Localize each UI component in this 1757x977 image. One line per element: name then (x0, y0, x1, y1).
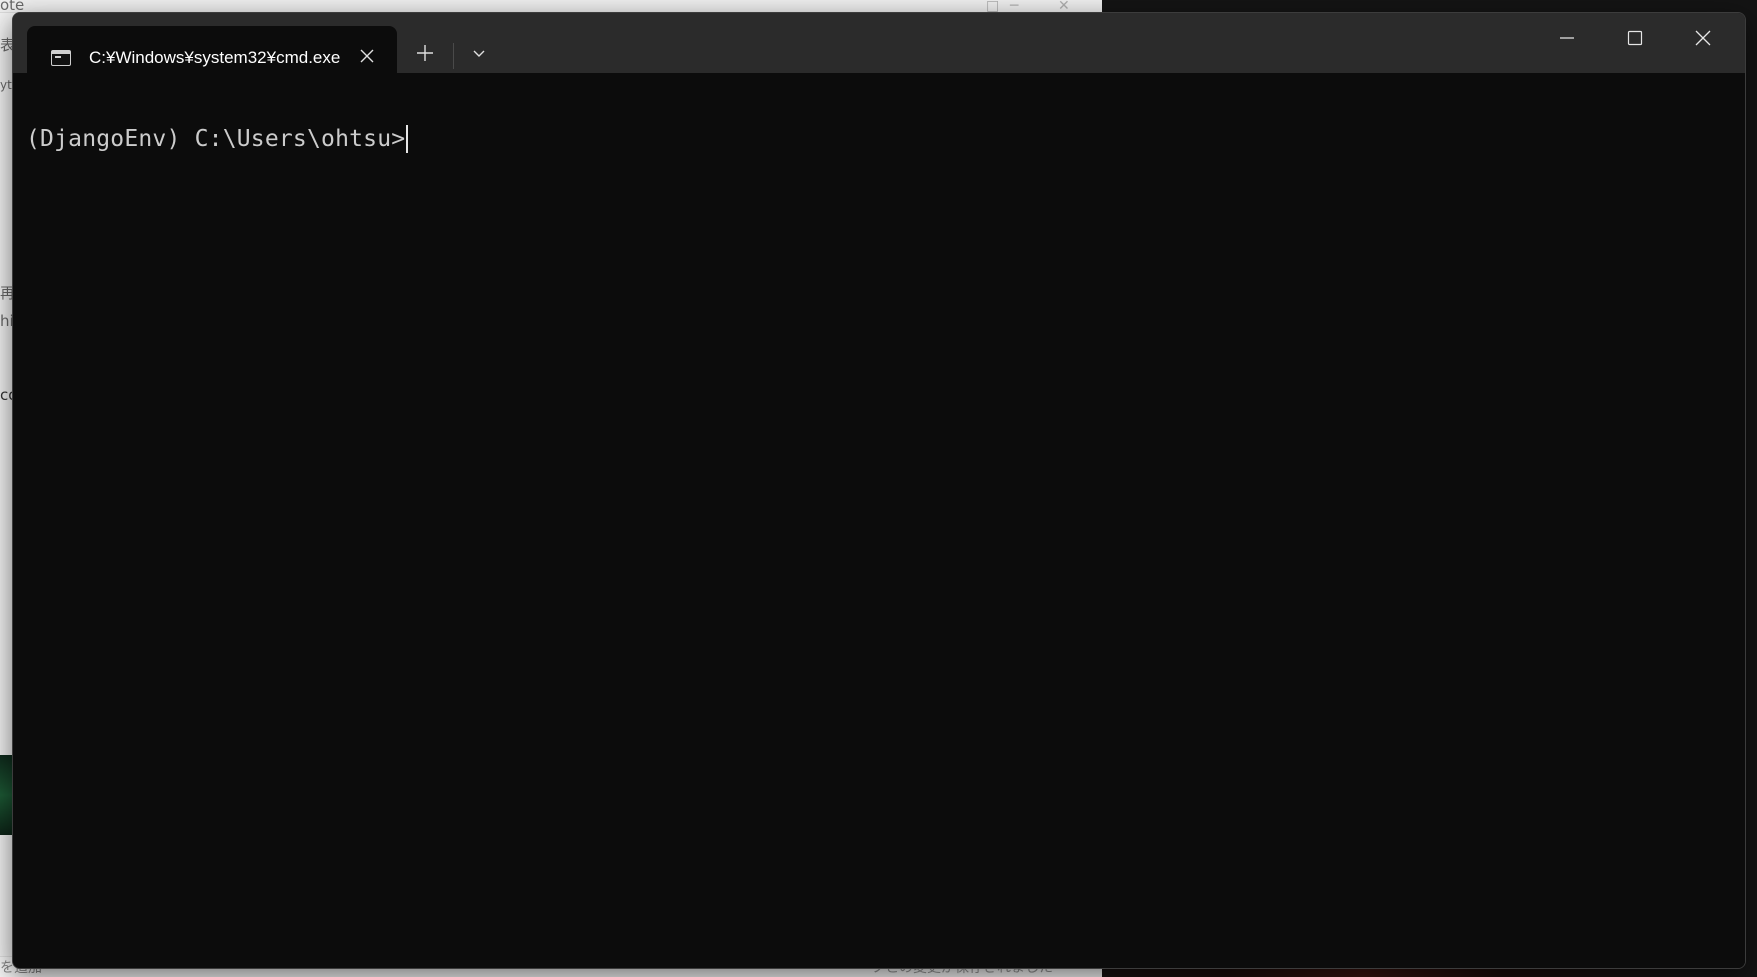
titlebar-divider (453, 43, 454, 69)
cmd-prompt-icon (51, 50, 71, 66)
prompt-path: C:\Users\ohtsu> (194, 126, 406, 152)
plus-icon (417, 45, 433, 61)
minimize-icon (1560, 37, 1574, 39)
maximize-button[interactable] (1601, 13, 1669, 63)
maximize-icon (1627, 30, 1643, 46)
background-side-text: yt (0, 78, 12, 92)
close-icon (360, 49, 374, 63)
close-window-button[interactable] (1669, 13, 1737, 63)
tab-close-button[interactable] (355, 44, 379, 68)
tab-title: C:¥Windows¥system32¥cmd.exe (89, 48, 341, 67)
close-icon (1695, 30, 1711, 46)
chevron-down-icon (473, 50, 485, 57)
terminal-output[interactable]: (DjangoEnv) C:\Users\ohtsu> (13, 73, 1745, 968)
virtualenv-label: (DjangoEnv) (26, 126, 181, 152)
text-cursor (406, 125, 409, 153)
terminal-titlebar[interactable]: C:¥Windows¥system32¥cmd.exe (13, 13, 1745, 85)
minimize-button[interactable] (1533, 13, 1601, 63)
new-tab-button[interactable] (405, 35, 445, 71)
profile-dropdown-button[interactable] (461, 37, 497, 71)
terminal-window: C:¥Windows¥system32¥cmd.exe (DjangoEnv) … (12, 12, 1746, 969)
command-prompt-line[interactable]: (DjangoEnv) C:\Users\ohtsu> (26, 125, 409, 153)
